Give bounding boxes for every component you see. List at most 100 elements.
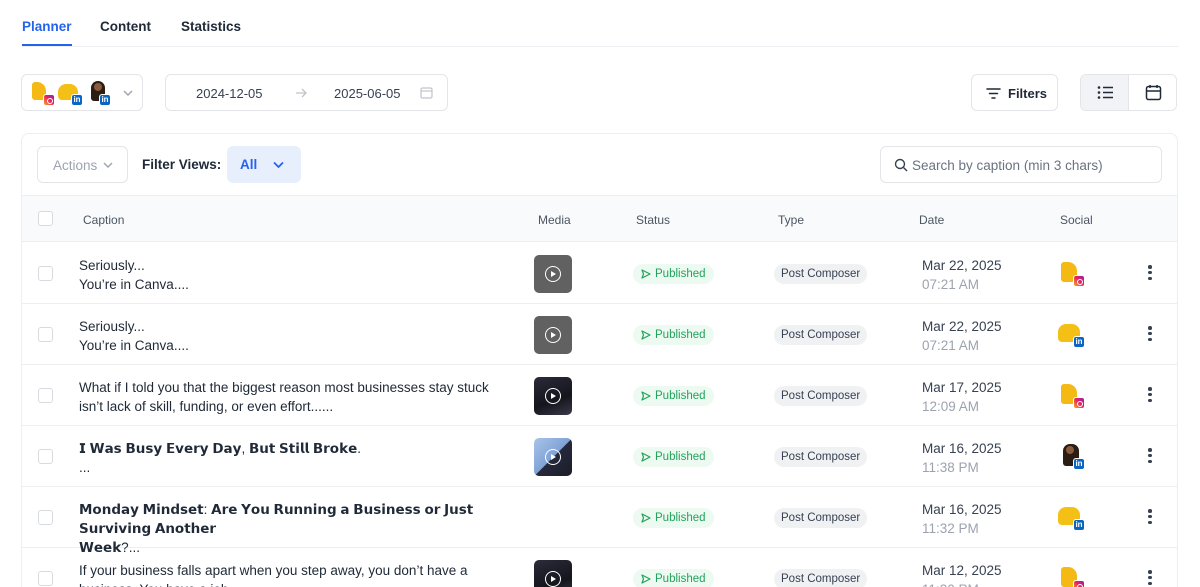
row-checkbox[interactable]	[38, 388, 53, 403]
arrow-right-icon	[296, 88, 307, 98]
actions-label: Actions	[53, 158, 98, 173]
top-tabs: Planner Content Statistics	[22, 0, 1178, 47]
type-badge: Post Composer	[774, 264, 868, 284]
search-icon	[894, 158, 908, 172]
post-date: Mar 12, 2025 11:30 PM	[922, 561, 1002, 587]
more-options-icon[interactable]	[1143, 447, 1157, 465]
filter-lines-icon	[986, 88, 1001, 99]
select-all-checkbox[interactable]	[38, 211, 53, 226]
more-options-icon[interactable]	[1143, 569, 1157, 587]
calendar-icon	[1145, 85, 1162, 101]
status-badge: Published	[633, 569, 714, 587]
post-date-day: Mar 22, 2025	[922, 319, 1002, 334]
instagram-badge-icon	[1073, 397, 1085, 409]
date-range-start[interactable]: 2024-12-05	[196, 86, 263, 101]
list-view-button[interactable]	[1081, 75, 1129, 110]
search-input[interactable]	[912, 155, 1152, 175]
caption-line-2: You’re in Canva....	[79, 277, 189, 292]
account-selector[interactable]: in in	[21, 74, 143, 111]
send-icon	[641, 513, 651, 523]
post-caption[interactable]: What if I told you that the biggest reas…	[79, 378, 519, 416]
row-checkbox[interactable]	[38, 571, 53, 586]
row-checkbox[interactable]	[38, 449, 53, 464]
send-icon	[641, 269, 651, 279]
play-icon	[545, 571, 561, 587]
list-icon	[1097, 86, 1113, 99]
calendar-view-button[interactable]	[1129, 75, 1176, 110]
row-checkbox[interactable]	[38, 510, 53, 525]
more-options-icon[interactable]	[1143, 508, 1157, 526]
linkedin-badge-icon: in	[71, 94, 83, 106]
social-account-avatar	[1057, 381, 1085, 409]
table-row[interactable]: 𝗜 𝗪𝗮𝘀 𝗕𝘂𝘀𝘆 𝗘𝘃𝗲𝗿𝘆 𝗗𝗮𝘆, 𝗕𝘂𝘁 𝗦𝘁𝗶𝗹𝗹 𝗕𝗿𝗼𝗸𝗲. .…	[22, 426, 1177, 487]
media-thumbnail[interactable]	[534, 377, 572, 415]
post-date-time: 11:32 PM	[922, 521, 979, 536]
row-checkbox[interactable]	[38, 266, 53, 281]
status-label: Published	[655, 390, 706, 402]
post-date-time: 12:09 AM	[922, 399, 980, 414]
more-options-icon[interactable]	[1143, 386, 1157, 404]
media-thumbnail[interactable]	[534, 255, 572, 293]
post-date-day: Mar 22, 2025	[922, 258, 1002, 273]
post-date-day: Mar 12, 2025	[922, 563, 1002, 578]
post-caption[interactable]: If your business falls apart when you st…	[79, 561, 519, 587]
linkedin-badge-icon: in	[1073, 519, 1085, 531]
tab-content[interactable]: Content	[100, 19, 151, 34]
media-thumbnail[interactable]	[534, 316, 572, 354]
date-range-picker[interactable]: 2024-12-05 2025-06-05	[165, 74, 448, 111]
status-label: Published	[655, 329, 706, 341]
row-checkbox[interactable]	[38, 327, 53, 342]
type-badge: Post Composer	[774, 325, 868, 345]
type-badge: Post Composer	[774, 386, 868, 406]
filters-button[interactable]: Filters	[971, 74, 1058, 111]
post-date-day: Mar 16, 2025	[922, 441, 1002, 456]
filter-views-label: Filter Views:	[142, 157, 222, 172]
status-label: Published	[655, 512, 706, 524]
post-date-time: 11:38 PM	[922, 460, 979, 475]
media-thumbnail[interactable]	[534, 560, 572, 587]
instagram-badge-icon	[43, 94, 55, 106]
caption-line-2: You’re in Canva....	[79, 338, 189, 353]
search-box	[880, 146, 1162, 183]
post-date-time: 07:21 AM	[922, 277, 980, 292]
calendar-icon	[420, 87, 433, 99]
send-icon	[641, 330, 651, 340]
post-caption[interactable]: Seriously... You’re in Canva....	[79, 317, 519, 355]
more-options-icon[interactable]	[1143, 264, 1157, 282]
media-thumbnail[interactable]	[534, 438, 572, 476]
post-date-day: Mar 17, 2025	[922, 380, 1002, 395]
table-row[interactable]: Seriously... You’re in Canva.... Publish…	[22, 243, 1177, 304]
actions-dropdown[interactable]: Actions	[37, 146, 128, 183]
type-badge: Post Composer	[774, 569, 868, 587]
column-header-type: Type	[778, 213, 805, 227]
date-range-end[interactable]: 2025-06-05	[334, 86, 401, 101]
play-icon	[545, 327, 561, 343]
tab-planner[interactable]: Planner	[22, 19, 72, 46]
type-badge: Post Composer	[774, 508, 868, 528]
table-row[interactable]: If your business falls apart when you st…	[22, 548, 1177, 587]
play-icon	[545, 449, 561, 465]
play-icon	[545, 266, 561, 282]
table-row[interactable]: What if I told you that the biggest reas…	[22, 365, 1177, 426]
post-caption[interactable]: 𝗜 𝗪𝗮𝘀 𝗕𝘂𝘀𝘆 𝗘𝘃𝗲𝗿𝘆 𝗗𝗮𝘆, 𝗕𝘂𝘁 𝗦𝘁𝗶𝗹𝗹 𝗕𝗿𝗼𝗸𝗲. .…	[79, 439, 519, 477]
send-icon	[641, 391, 651, 401]
table-row[interactable]: Seriously... You’re in Canva.... Publish…	[22, 304, 1177, 365]
caption-line-1: Seriously...	[79, 258, 145, 273]
post-date-day: Mar 16, 2025	[922, 502, 1002, 517]
table-row[interactable]: 𝗠𝗼𝗻𝗱𝗮𝘆 𝗠𝗶𝗻𝗱𝘀𝗲𝘁: 𝗔𝗿𝗲 𝗬𝗼𝘂 𝗥𝘂𝗻𝗻𝗶𝗻𝗴 𝗮 𝗕𝘂𝘀𝗶𝗻𝗲…	[22, 487, 1177, 555]
filters-label: Filters	[1008, 86, 1048, 101]
column-header-media: Media	[538, 213, 571, 227]
status-badge: Published	[633, 325, 714, 345]
post-caption[interactable]: Seriously... You’re in Canva....	[79, 256, 519, 294]
status-label: Published	[655, 451, 706, 463]
caption-line-1: 𝗠𝗼𝗻𝗱𝗮𝘆 𝗠𝗶𝗻𝗱𝘀𝗲𝘁: 𝗔𝗿𝗲 𝗬𝗼𝘂 𝗥𝘂𝗻𝗻𝗶𝗻𝗴 𝗮 𝗕𝘂𝘀𝗶𝗻𝗲…	[79, 502, 474, 536]
column-header-status: Status	[636, 213, 671, 227]
caption-line-1: If your business falls apart when you st…	[79, 563, 468, 578]
social-account-avatar	[1057, 564, 1085, 587]
send-icon	[641, 452, 651, 462]
more-options-icon[interactable]	[1143, 325, 1157, 343]
tab-statistics[interactable]: Statistics	[181, 19, 241, 34]
social-account-avatar: in	[1057, 503, 1085, 531]
instagram-badge-icon	[1073, 275, 1085, 287]
filter-views-select[interactable]: All	[227, 146, 301, 183]
